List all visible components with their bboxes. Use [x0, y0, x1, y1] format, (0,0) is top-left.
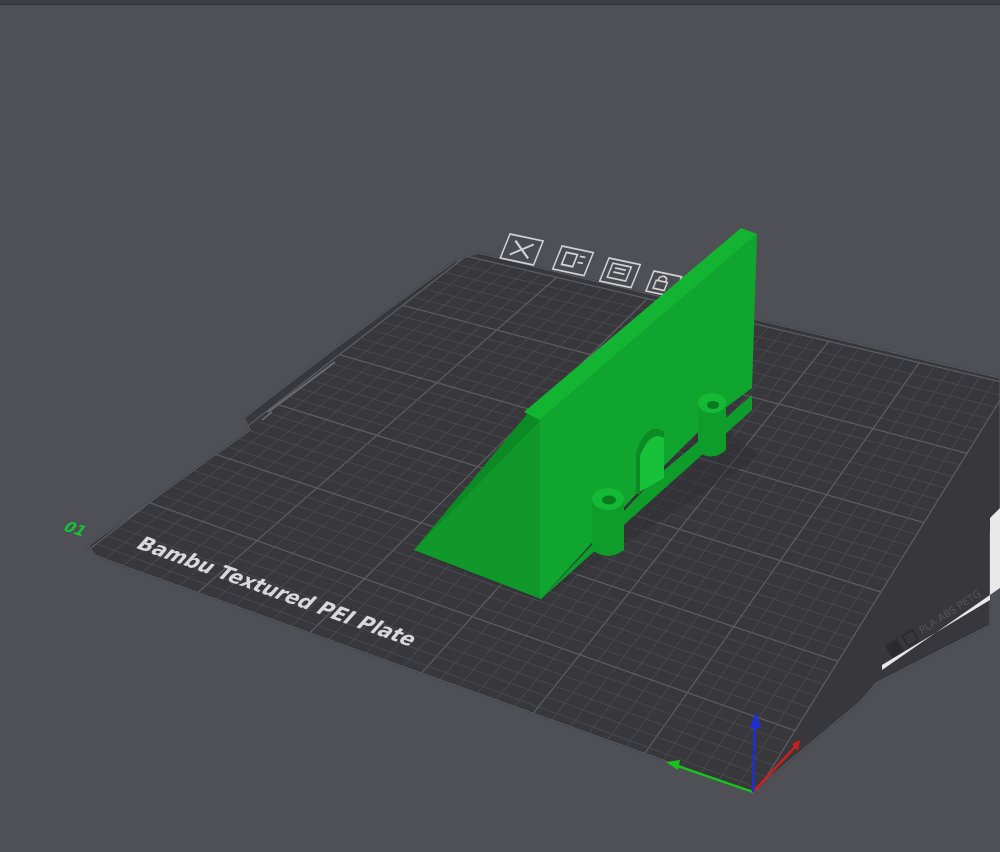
3d-viewport[interactable]: Bambu Textured PEI Plate 01 PLA ABS PETG	[0, 0, 1000, 852]
mount-post-left	[592, 488, 624, 556]
mount-post-right	[698, 393, 726, 457]
plate-number: 01	[59, 519, 90, 540]
auto-orient-icon[interactable]	[551, 245, 595, 277]
scene-canvas[interactable]: Bambu Textured PEI Plate 01 PLA ABS PETG	[0, 0, 1000, 852]
